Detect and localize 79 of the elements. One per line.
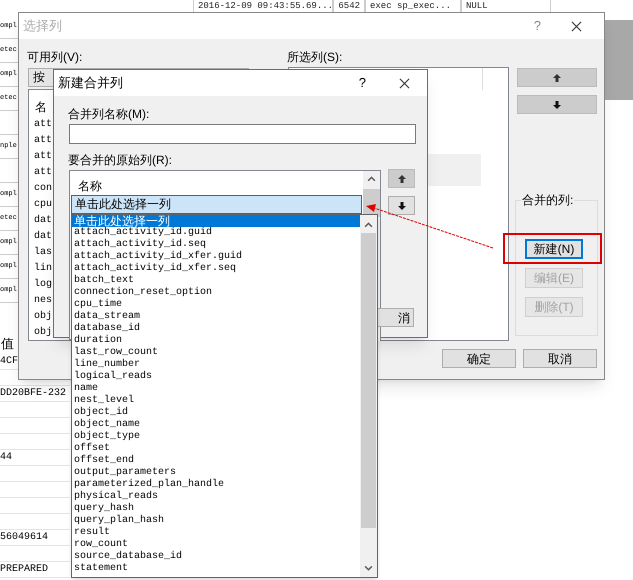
dropdown-item[interactable]: batch_text [72,275,361,287]
field-label: 合并列名称(M): [68,106,150,123]
list-item[interactable]: con [34,181,52,197]
dropdown-item[interactable]: query_plan_hash [72,515,361,527]
column-header: 值 [1,335,14,353]
dropdown-item[interactable]: nest_level [72,395,361,407]
dropdown-item[interactable]: duration [72,335,361,347]
dropdown-item[interactable]: object_id [72,407,361,419]
dropdown-item[interactable]: object_type [72,431,361,443]
ok-button[interactable]: 确定 [442,349,516,368]
dropdown-item[interactable]: offset [72,443,361,455]
dropdown-item[interactable]: row_count [72,539,361,551]
list-item[interactable]: dat [34,229,52,245]
cancel-button[interactable]: 取消 [523,349,597,368]
arrow-up-icon [552,72,562,82]
dropdown-item[interactable]: parameterized_plan_handle [72,479,361,491]
group-title: 合并的列: [521,191,574,209]
combo-box[interactable]: 单击此处选择一列 [71,195,362,214]
arrow-down-icon [552,100,562,110]
dropdown-item[interactable]: logical_reads [72,371,361,383]
dropdown-item[interactable]: result [72,527,361,539]
list-item[interactable]: cpu [34,197,52,213]
list-item[interactable]: att [34,149,52,165]
dropdown-item[interactable]: statement [72,563,361,575]
button[interactable]: 新建(N) [525,239,583,259]
dropdown-item[interactable]: line_number [72,359,361,371]
dropdown-item[interactable]: physical_reads [72,491,361,503]
scroll-up-icon[interactable] [367,174,376,183]
dropdown-item[interactable]: object_name [72,419,361,431]
button: 编辑(E) [525,268,583,288]
field-label: 要合并的原始列(R): [68,152,172,169]
field-label: 所选列(S): [287,49,342,66]
list-item[interactable]: lin [34,261,52,277]
table-cell-text: 4CF [0,355,18,369]
table-cell-text: 44 [0,451,12,465]
close-icon[interactable] [571,20,582,32]
scrollbar[interactable] [360,215,377,577]
column-header: 名 [35,99,47,116]
list-item[interactable]: att [34,117,52,133]
dropdown-item[interactable]: output_parameters [72,467,361,479]
dropdown-item[interactable]: attach_activity_id_xfer.guid [72,251,361,263]
move-down-button[interactable] [388,196,415,215]
dropdown-item[interactable]: attach_activity_id_xfer.seq [72,263,361,275]
input-field[interactable] [69,124,416,144]
list-item[interactable]: att [34,165,52,181]
window-title: 新建合并列 [58,74,123,92]
list-item[interactable]: obj [34,325,52,341]
scroll-down-icon[interactable] [364,563,373,572]
dropdown-item[interactable]: offset_end [72,455,361,467]
table-cell-text: 56049614 [0,531,48,545]
dropdown-item[interactable]: attach_activity_id.seq [72,239,361,251]
help-button[interactable]: ? [534,16,541,36]
window-title: 选择列 [23,17,62,36]
dropdown-item[interactable]: cpu_time [72,299,361,311]
dropdown-item[interactable]: attach_activity_id.guid [72,227,361,239]
list-item[interactable]: dat [34,213,52,229]
dropdown-item[interactable]: name [72,383,361,395]
dropdown-item[interactable]: last_row_count [72,347,361,359]
list-item[interactable]: log [34,277,52,293]
help-button[interactable]: ? [358,73,366,93]
scrollbar-thumb[interactable] [361,233,376,528]
column-header: 名称 [78,178,102,195]
list-item[interactable]: nes [34,293,52,309]
button: 删除(T) [525,297,583,317]
dropdown-item[interactable]: query_hash [72,503,361,515]
dropdown-item[interactable]: source_database_id [72,551,361,563]
list-item[interactable]: obj [34,309,52,325]
arrow-down-icon [396,200,406,210]
list-item[interactable]: att [34,133,52,149]
list-item[interactable]: las [34,245,52,261]
table-cell-text: PREPARED [0,563,48,577]
arrow-up-icon [396,174,406,184]
close-icon[interactable] [399,78,410,88]
move-up-button[interactable] [388,169,415,188]
dropdown-item[interactable]: connection_reset_option [72,287,361,299]
table-cell-text: DD20BFE-232 [0,387,66,401]
dropdown-item[interactable]: 单击此处选择一列 [72,215,361,227]
scroll-up-icon[interactable] [364,220,373,229]
field-label: 可用列(V): [27,49,82,66]
